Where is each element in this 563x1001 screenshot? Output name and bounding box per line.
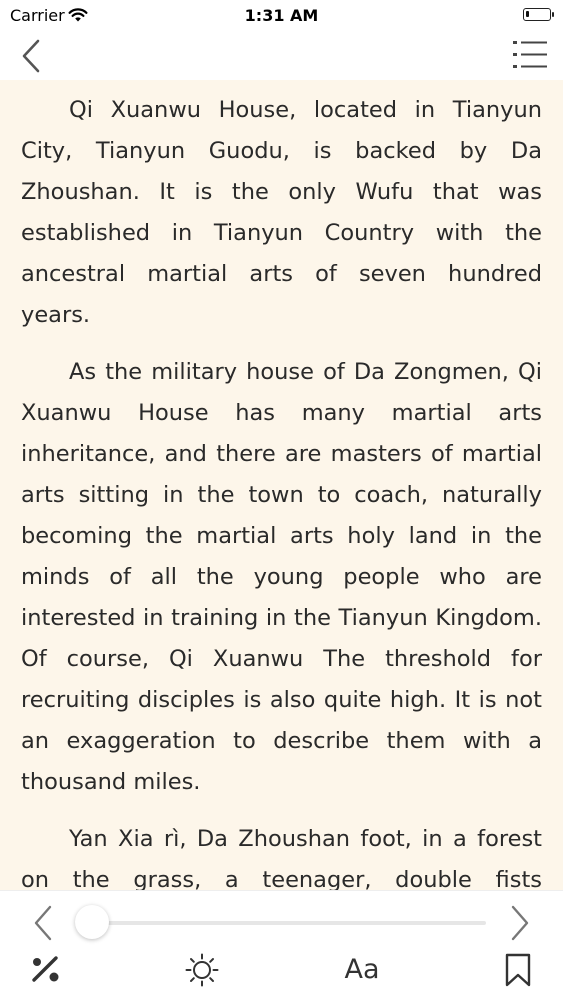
paragraph: Yan Xia rì, Da Zhoushan foot, in a fores… <box>21 826 542 890</box>
status-bar: Carrier 1:31 AM <box>0 0 563 30</box>
progress-slider[interactable] <box>75 905 486 939</box>
battery-level <box>526 11 530 17</box>
back-chevron-icon[interactable] <box>18 38 48 74</box>
battery-icon <box>523 8 554 21</box>
reading-content: Qi Xuanwu House, located in Tianyun City… <box>21 90 542 890</box>
reader-toolbar: Aa <box>0 890 563 1001</box>
nav-bar <box>0 30 563 80</box>
progress-thumb[interactable] <box>75 905 109 939</box>
paragraph: Qi Xuanwu House, located in Tianyun City… <box>21 97 542 328</box>
night-mode-icon[interactable] <box>29 953 63 987</box>
next-chapter-chevron-icon[interactable] <box>505 903 533 943</box>
sun-icon[interactable] <box>185 953 219 987</box>
paragraph: As the military house of Da Zongmen, Qi … <box>21 359 542 795</box>
status-time: 1:31 AM <box>244 6 319 25</box>
bookmark-icon[interactable] <box>502 953 536 987</box>
list-icon[interactable] <box>513 38 549 72</box>
font-settings-button[interactable]: Aa <box>340 953 384 987</box>
prev-chapter-chevron-icon[interactable] <box>30 903 58 943</box>
